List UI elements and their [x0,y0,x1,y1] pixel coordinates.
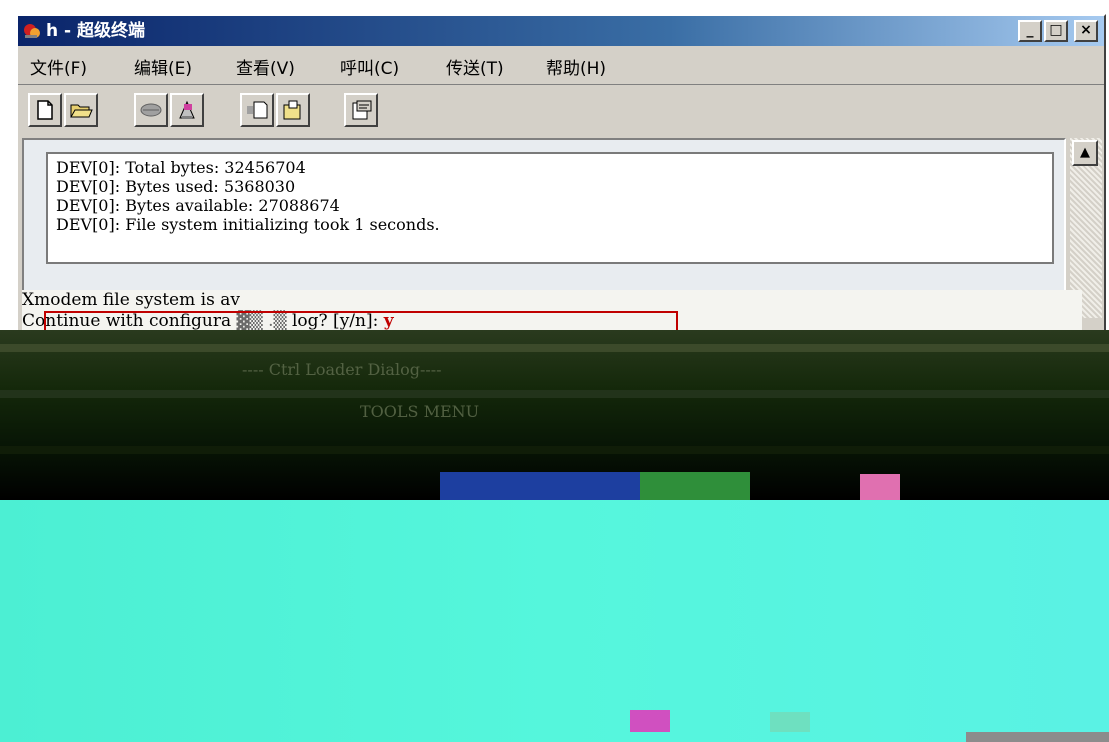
menu-file[interactable]: 文件(F) [30,54,87,79]
glitch-stripe [0,446,1109,454]
corrupted-region: ---- Ctrl Loader Dialog---- TOOLS MENU [0,330,1109,500]
terminal-output[interactable]: DEV[0]: Total bytes: 32456704 DEV[0]: Byt… [46,152,1054,264]
hyperterminal-app-icon [22,21,42,41]
glitch-block [640,472,750,500]
receive-icon [283,100,301,120]
new-icon [37,100,53,120]
properties-icon [352,100,372,120]
menu-bar: 文件(F) 编辑(E) 查看(V) 呼叫(C) 传送(T) 帮助(H) [18,50,1104,80]
glitch-block [860,474,900,500]
close-button[interactable]: × [1074,20,1098,42]
loader-dialog-title: ---- Ctrl Loader Dialog---- [242,360,442,379]
send-button[interactable] [240,93,274,127]
disconnect-icon [140,103,162,117]
scroll-up-button[interactable]: ▲ [1072,140,1098,166]
properties-button[interactable] [344,93,378,127]
glitch-block [770,712,810,732]
gray-tab [966,732,1109,742]
menu-help[interactable]: 帮助(H) [546,54,606,79]
connect-icon [179,100,195,119]
menu-edit[interactable]: 编辑(E) [134,54,192,79]
glitch-block [630,710,670,732]
xmodem-line: Xmodem file system is av [22,290,240,310]
open-icon [70,104,93,118]
connect-button[interactable] [170,93,204,127]
minimize-button[interactable]: _ [1018,20,1042,42]
glitch-stripe [0,390,1109,398]
open-button[interactable] [64,93,98,127]
receive-button[interactable] [276,93,310,127]
tools-menu-title: TOOLS MENU [360,402,480,421]
maximize-button[interactable]: □ [1044,20,1068,42]
new-button[interactable] [28,93,62,127]
corrupted-cyan-area [0,500,1109,742]
terminal-line: DEV[0]: Total bytes: 32456704 [56,158,306,177]
terminal-line: DEV[0]: Bytes used: 5368030 [56,177,296,196]
toolbar [18,84,1104,133]
menu-view[interactable]: 查看(V) [236,54,295,79]
terminal-line: DEV[0]: Bytes available: 27088674 [56,196,340,215]
menu-call[interactable]: 呼叫(C) [340,54,399,79]
send-icon [247,101,268,119]
glitch-stripe [0,344,1109,352]
terminal-line: DEV[0]: File system initializing took 1 … [56,215,440,234]
window-title: h - 超级终端 [46,21,145,41]
title-bar[interactable]: h - 超级终端 _ □ × [18,16,1104,46]
glitch-block [440,472,640,500]
menu-transfer[interactable]: 传送(T) [446,54,504,79]
disconnect-button[interactable] [134,93,168,127]
